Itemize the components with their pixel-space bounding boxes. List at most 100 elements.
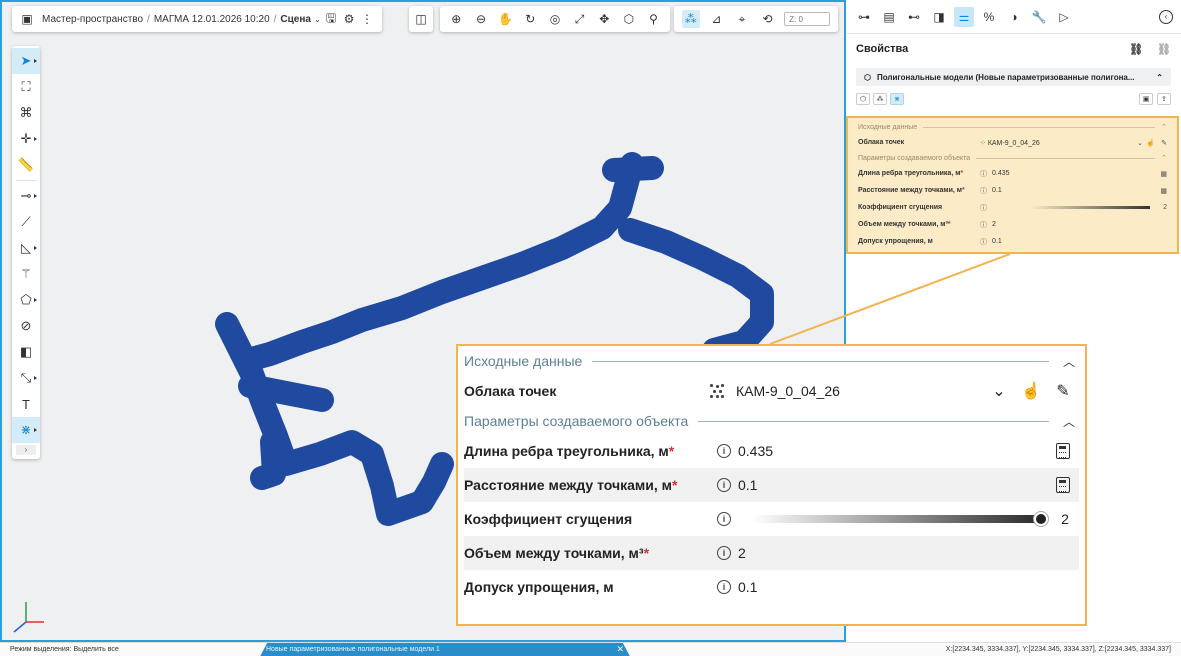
info-icon[interactable]: ⓘ [980,220,992,230]
zoom-out-icon[interactable]: ⊖ [472,10,490,28]
book-icon[interactable]: ◨ [929,7,949,27]
info-icon[interactable]: i [717,478,731,492]
panel-layout-icon[interactable]: ◫ [412,10,430,28]
measure-ruler-icon[interactable]: 📏 [12,152,40,178]
location-pin-icon[interactable]: ⚲ [645,10,663,28]
chevron-up-icon[interactable]: ⌃ [1161,154,1167,162]
volume-input[interactable]: 2 [738,545,1079,561]
gear-icon[interactable]: ⚙ [340,10,358,28]
play-icon[interactable]: ▷ [1054,7,1074,27]
calculator-icon[interactable]: ▦ [1155,170,1167,178]
hierarchy-icon[interactable]: ⊷ [904,7,924,27]
tree-icon[interactable]: ⊶ [854,7,874,27]
point-clouds-select[interactable]: КАМ-9_0_04_26 [736,383,840,399]
chevron-up-icon[interactable]: ︿ [1059,353,1079,370]
breadcrumb-root[interactable]: Мастер-пространство [42,14,143,25]
pick-hand-icon[interactable]: ☝ [1015,381,1047,401]
polygon-tool-icon[interactable]: ◺ [12,235,40,261]
mini-section-source[interactable]: Исходные данные ⌃ [858,120,1167,134]
sidebar-toggle-icon[interactable]: ▣ [18,10,36,28]
snap-vertex-icon[interactable]: ⌖ [733,10,751,28]
properties-sliders-icon[interactable]: ⚌ [954,6,974,27]
section-source[interactable]: Исходные данные ︿ [464,348,1079,374]
dimension-tool-icon[interactable]: ⤡ [12,365,40,391]
chevron-down-icon[interactable]: ⌄ [983,381,1015,401]
calculator-icon[interactable] [1056,443,1070,459]
subtab-params-icon[interactable]: ⋇ [890,93,904,105]
move-tool-icon[interactable]: ✛ [12,126,40,152]
shape-tool-icon[interactable]: ⬠ [12,287,40,313]
info-icon[interactable]: i [717,444,731,458]
model-group-header[interactable]: ⬡ Полигональные модели (Новые параметриз… [856,68,1171,86]
path-tool-icon[interactable]: ⚚ [12,261,40,287]
info-icon[interactable]: ⓘ [980,186,992,196]
tolerance-input[interactable]: 0.1 [738,579,1079,595]
calculator-icon[interactable]: ▦ [1155,187,1167,195]
z-level-input[interactable] [784,12,831,26]
subtab-mesh-icon[interactable]: ⁂ [873,93,887,105]
save-icon[interactable]: ▣ [1139,93,1153,105]
back-icon[interactable]: ‹ [1159,9,1173,24]
mini-row-tolerance: Допуск упрощения, м ⓘ 0.1 [858,237,1002,247]
more-vertical-icon[interactable]: ⋮ [358,10,376,28]
zoom-in-icon[interactable]: ⊕ [447,10,465,28]
snap-edge-icon[interactable]: ⊿ [707,10,725,28]
transform-tool-icon[interactable]: ⌘ [12,100,40,126]
pick-hand-icon[interactable]: ☝ [1143,139,1155,147]
mini-section-params[interactable]: Параметры создаваемого объекта ⌃ [858,151,1167,165]
section-tool-icon[interactable]: ◧ [12,339,40,365]
link-icon[interactable]: ⛓ [1129,43,1143,56]
save-icon[interactable]: 🖫 [322,10,340,28]
scene-menu[interactable]: Сцена [280,14,311,25]
line-tool-icon[interactable]: ⟋ [12,209,40,235]
info-icon[interactable]: ⓘ [980,203,992,213]
info-icon[interactable]: ⓘ [980,169,992,179]
info-icon[interactable]: i [717,512,731,526]
slider-knob[interactable] [1034,512,1048,526]
close-icon[interactable]: ✕ [616,644,624,655]
pencil-icon[interactable]: ✎ [1155,139,1167,147]
rotate-icon[interactable]: ↻ [521,10,539,28]
calculator-icon[interactable] [1056,477,1070,493]
target-icon[interactable]: ◎ [546,10,564,28]
mesh-tool-icon[interactable]: ⋇ [12,417,40,443]
document-tab[interactable]: Новые параметризованные полигональные мо… [260,642,630,656]
subtab-model-icon[interactable]: ⬡ [856,93,870,105]
snap-3d-icon[interactable]: ⁂ [681,10,700,28]
text-tool-icon[interactable]: T [12,391,40,417]
chevron-up-icon[interactable]: ⌃ [1161,123,1167,131]
wrench-icon[interactable]: 🔧 [1029,7,1049,27]
fit-view-icon[interactable]: ⤢ [571,10,589,28]
pan-hand-icon[interactable]: ✋ [497,10,515,28]
point-tool-icon[interactable]: ⊸ [12,183,40,209]
percent-icon[interactable]: % [979,7,999,27]
unlink-icon[interactable]: ⛓ [1157,43,1171,56]
lasso-select-icon[interactable]: ⛶ [12,74,40,100]
orbit-icon[interactable]: ✥ [595,10,613,28]
pencil-icon[interactable]: ✎ [1047,381,1079,401]
divider [16,180,36,181]
point-distance-input[interactable]: 0.1 [738,477,1047,493]
density-slider[interactable] [1030,205,1150,209]
density-slider[interactable] [752,512,1048,526]
info-icon[interactable]: i [717,546,731,560]
expand-tools-icon[interactable]: › [16,445,36,455]
chevron-up-icon[interactable]: ⌃ [1156,73,1163,82]
chevron-up-icon[interactable]: ︿ [1059,413,1079,430]
erase-tool-icon[interactable]: ⊘ [12,313,40,339]
chevron-down-icon[interactable]: ⌄ [314,15,321,24]
export-icon[interactable]: ⇪ [1157,93,1171,105]
breadcrumb-project[interactable]: МАГМА 12.01.2026 10:20 [154,14,270,25]
chevron-down-icon[interactable]: ⌄ [1131,139,1143,147]
snap-plane-icon[interactable]: ⟲ [759,10,777,28]
layers-icon[interactable]: ▤ [879,7,899,27]
info-icon[interactable]: i [717,580,731,594]
contrast-icon[interactable]: ◑ [1004,7,1024,27]
info-icon[interactable]: ⓘ [980,237,992,247]
focus-object-icon[interactable]: ⬡ [620,10,638,28]
point-cloud-icon: ⁘ [980,139,988,147]
select-tool-icon[interactable]: ➤ [12,48,40,74]
row-edge-length: Длина ребра треугольника, м* i 0.435 [464,434,1079,468]
section-params[interactable]: Параметры создаваемого объекта ︿ [464,408,1079,434]
edge-length-input[interactable]: 0.435 [738,443,1047,459]
